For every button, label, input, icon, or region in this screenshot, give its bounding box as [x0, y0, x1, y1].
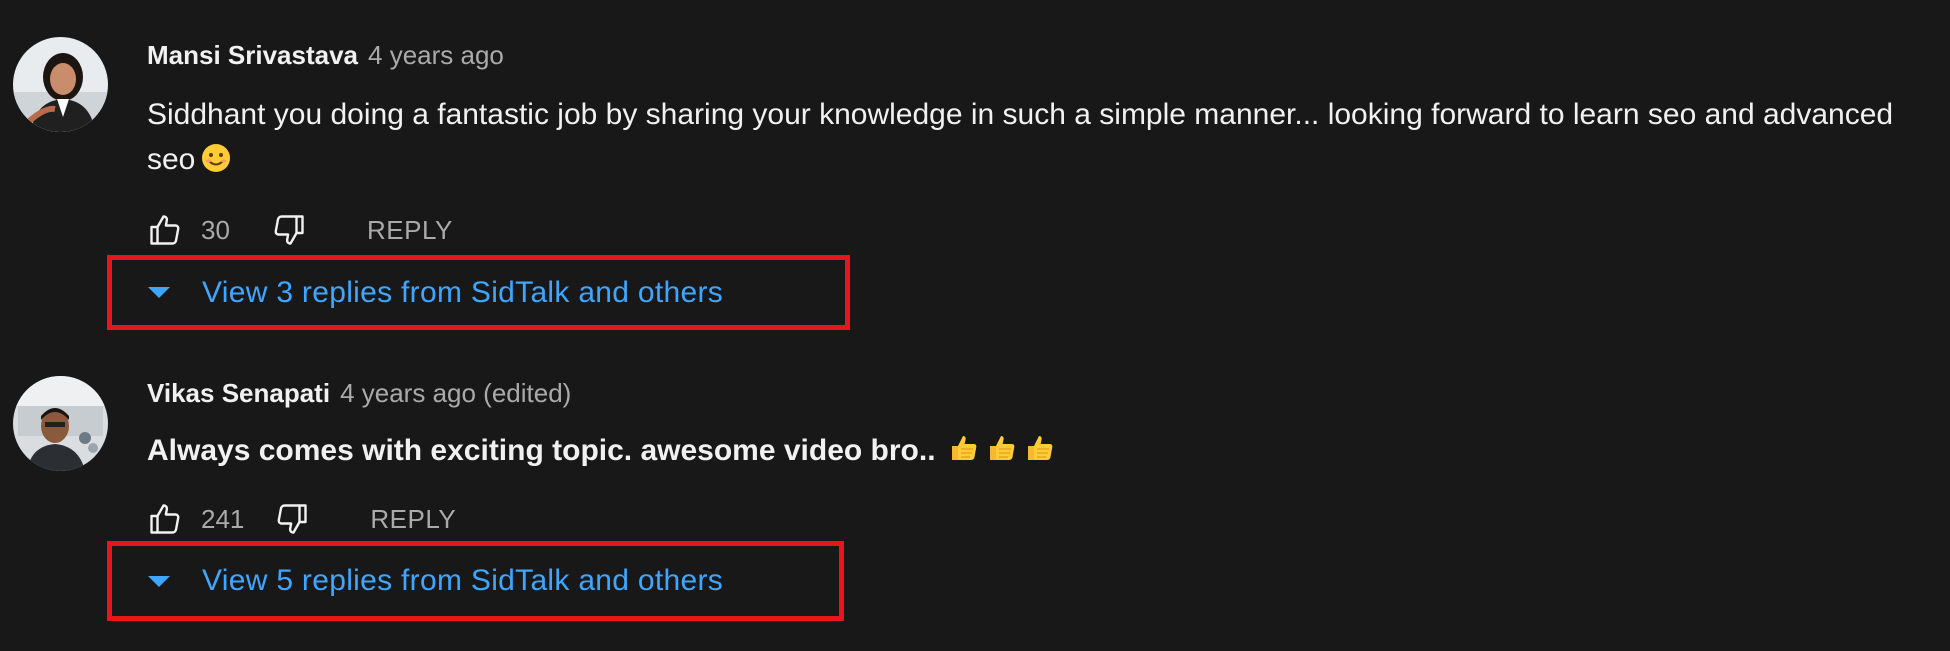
view-replies-label: View 3 replies from SidTalk and others	[202, 275, 724, 309]
author-name[interactable]: Mansi Srivastava	[147, 40, 358, 71]
caret-down-icon	[148, 575, 170, 587]
author-name[interactable]: Vikas Senapati	[147, 378, 330, 409]
comments-section: Mansi Srivastava 4 years ago Siddhant yo…	[0, 0, 1950, 651]
thumbs-up-outline-icon[interactable]	[147, 501, 183, 537]
caret-down-icon	[148, 287, 170, 298]
comment-header: Mansi Srivastava 4 years ago	[147, 40, 504, 76]
view-replies-label: View 5 replies from SidTalk and others	[202, 564, 724, 597]
comment-text: Siddhant you doing a fantastic job by sh…	[147, 98, 1894, 176]
comment-text: Always comes with exciting topic. awesom…	[147, 434, 936, 467]
comment-actions: 30 REPLY	[147, 212, 453, 248]
thumbs-up-outline-icon[interactable]	[147, 212, 183, 248]
thumbs-down-outline-icon[interactable]	[271, 212, 307, 248]
thumbs-up-emoji	[1024, 432, 1056, 477]
like-count: 30	[201, 214, 230, 245]
comment-header: Vikas Senapati 4 years ago (edited)	[147, 378, 571, 414]
reply-button[interactable]: REPLY	[370, 504, 456, 535]
view-replies-button[interactable]: View 5 replies from SidTalk and others	[107, 541, 844, 621]
avatar[interactable]	[13, 37, 108, 132]
comment-timestamp[interactable]: 4 years ago (edited)	[340, 378, 571, 409]
comment-actions: 241 REPLY	[147, 501, 456, 537]
comment-timestamp[interactable]: 4 years ago	[368, 40, 504, 71]
like-count: 241	[201, 503, 245, 534]
view-replies-button[interactable]: View 3 replies from SidTalk and others	[107, 255, 850, 330]
reply-button[interactable]: REPLY	[367, 215, 453, 246]
thumbs-down-outline-icon[interactable]	[274, 501, 310, 537]
thumbs-up-emoji	[986, 432, 1018, 477]
smiling-face-emoji	[201, 141, 231, 186]
comment-text-container: Always comes with exciting topic. awesom…	[147, 428, 1927, 477]
comment-text-container: Siddhant you doing a fantastic job by sh…	[147, 92, 1927, 186]
thumbs-up-emoji	[948, 432, 980, 477]
avatar[interactable]	[13, 376, 108, 471]
